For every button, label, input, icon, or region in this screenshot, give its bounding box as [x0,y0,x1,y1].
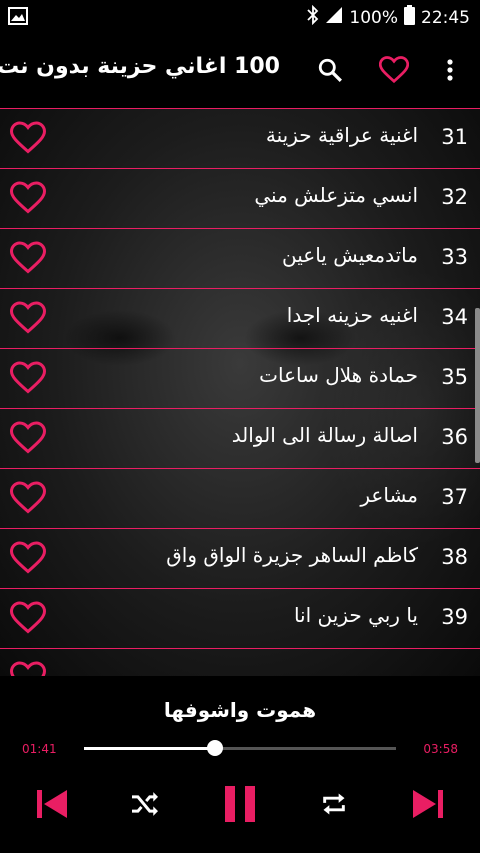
skip-next-icon[interactable] [404,780,452,828]
list-item[interactable]: ماتدمعيش ياعين 33 [0,228,480,288]
song-name: ماتدمعيش ياعين [282,243,418,267]
list-item[interactable]: يا ربي حزين انا 39 [0,588,480,648]
list-item[interactable]: مشاعر 37 [0,468,480,528]
heart-outline-icon[interactable] [9,481,47,515]
battery-icon [404,5,415,30]
song-number: 33 [441,245,468,269]
favorite-heart-icon[interactable] [376,52,412,88]
heart-outline-icon[interactable] [9,661,47,676]
more-vert-icon[interactable] [432,52,468,88]
heart-outline-icon[interactable] [9,241,47,275]
list-item[interactable]: اغنية عراقية حزينة 31 [0,108,480,168]
heart-outline-icon[interactable] [9,361,47,395]
song-list[interactable]: اغنية عراقية حزينة 31 انسي متزعلش مني 32… [0,108,480,676]
now-playing-title: هموت واشوفها [163,698,317,722]
heart-outline-icon[interactable] [9,121,47,155]
song-name: انسي متزعلش مني [254,183,418,207]
list-item[interactable]: اصالة رسالة الى الوالد 36 [0,408,480,468]
signal-icon [325,6,343,29]
seek-bar-thumb[interactable] [207,740,224,756]
heart-outline-icon[interactable] [9,301,47,335]
song-number: 37 [441,485,468,509]
song-name: مشاعر [360,483,418,507]
song-number: 31 [441,125,468,149]
skip-previous-icon[interactable] [28,780,76,828]
repeat-icon[interactable] [310,780,358,828]
elapsed-time: 01:41 [22,742,57,756]
heart-outline-icon[interactable] [9,421,47,455]
list-item-partial[interactable] [0,648,480,676]
list-item[interactable]: اغنيه حزينه اجدا 34 [0,288,480,348]
song-number: 39 [441,605,468,629]
song-number: 34 [441,305,468,329]
scrollbar[interactable] [475,308,480,463]
list-item[interactable]: كاظم الساهر جزيرة الواق واق 38 [0,528,480,588]
song-name: كاظم الساهر جزيرة الواق واق [166,543,418,567]
song-name: اغنية عراقية حزينة [265,123,418,147]
battery-percent: 100% [349,7,398,28]
song-name: اصالة رسالة الى الوالد [231,423,418,447]
total-time: 03:58 [423,742,458,756]
bluetooth-icon [307,4,319,30]
status-bar: 100% 22:45 [0,0,480,34]
song-number: 36 [441,425,468,449]
song-name: يا ربي حزين انا [293,603,418,627]
song-name: اغنيه حزينه اجدا [286,303,418,327]
song-number: 32 [441,185,468,209]
song-number: 38 [441,545,468,569]
song-name: حمادة هلال ساعات [259,363,418,387]
app-bar: 100 اغاني حزينة بدون نت [0,34,480,108]
list-item[interactable]: انسي متزعلش مني 32 [0,168,480,228]
heart-outline-icon[interactable] [9,541,47,575]
seek-bar-fill [84,747,216,750]
seek-bar[interactable] [84,740,396,756]
heart-outline-icon[interactable] [9,181,47,215]
song-number: 35 [441,365,468,389]
clock: 22:45 [421,7,470,28]
heart-outline-icon[interactable] [9,601,47,635]
pause-icon[interactable] [216,780,264,828]
search-icon[interactable] [312,52,348,88]
shuffle-icon[interactable] [121,780,169,828]
player-bar: هموت واشوفها 01:41 03:58 [0,676,480,853]
image-icon [8,7,28,29]
page-title: 100 اغاني حزينة بدون نت [0,54,280,79]
list-item[interactable]: حمادة هلال ساعات 35 [0,348,480,408]
